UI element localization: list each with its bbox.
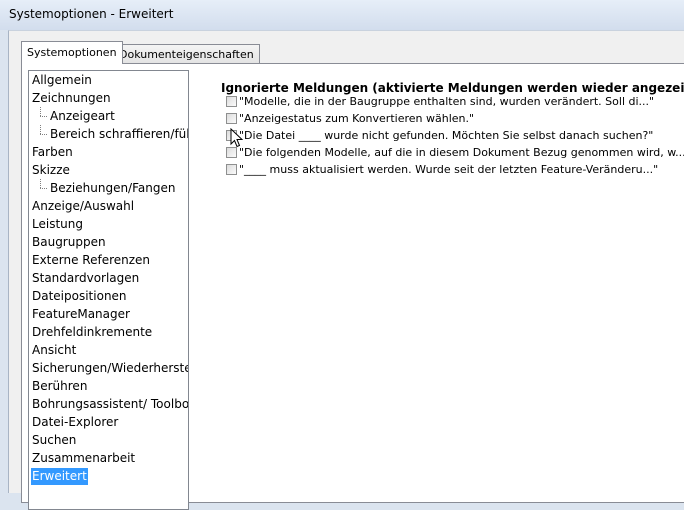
- tree-item-bohrungsassistent-toolbox[interactable]: Bohrungsassistent/ Toolbox: [31, 396, 189, 413]
- tree-item-sicherungen-wiederherstellen[interactable]: Sicherungen/Wiederherstellen: [31, 360, 188, 377]
- ignored-message-text: "Die folgenden Modelle, auf die in diese…: [239, 146, 684, 159]
- tab-dokumenteigenschaften[interactable]: Dokumenteigenschaften: [113, 44, 260, 64]
- ignored-message-text: "Modelle, die in der Baugruppe enthalten…: [239, 95, 655, 108]
- ignored-message-text: "____ muss aktualisiert werden. Wurde se…: [239, 163, 659, 176]
- tree-item-label: Bohrungsassistent/ Toolbox: [32, 397, 189, 411]
- tree-item-label: Allgemein: [32, 73, 92, 87]
- tree-item-label: Externe Referenzen: [32, 253, 151, 267]
- tree-item-label: Bereich schraffieren/füllen: [50, 127, 189, 141]
- tab-panel: Allgemein Zeichnungen Anzeigeart Bereich sc…: [21, 63, 684, 510]
- tree-connector-line: [40, 188, 47, 189]
- tree-item-label: Suchen: [32, 433, 77, 447]
- tree-item-label: Beziehungen/Fangen: [50, 181, 176, 195]
- tree-item-label: Anzeigeart: [50, 109, 115, 123]
- tree-item-leistung[interactable]: Leistung: [31, 216, 84, 233]
- tree-item-label: Skizze: [32, 163, 70, 177]
- tree-item-label: Baugruppen: [32, 235, 106, 249]
- tree-connector-line: [40, 179, 41, 188]
- tree-item-label: Dateipositionen: [32, 289, 127, 303]
- tree-item-erweitert[interactable]: Erweitert: [31, 468, 88, 485]
- tree-item-label: Erweitert: [32, 469, 87, 483]
- tree-item-drehfeldinkremente[interactable]: Drehfeldinkremente: [31, 324, 153, 341]
- tree-item-label: Datei-Explorer: [32, 415, 119, 429]
- options-tree[interactable]: Allgemein Zeichnungen Anzeigeart Bereich sc…: [28, 70, 189, 510]
- tree-item-beziehungen-fangen[interactable]: Beziehungen/Fangen: [40, 179, 176, 197]
- tree-item-bereich-schraffieren-füllen[interactable]: Bereich schraffieren/füllen: [40, 125, 189, 143]
- ignored-message-checkbox[interactable]: [226, 147, 237, 158]
- tree-item-berühren[interactable]: Berühren: [31, 378, 88, 395]
- tree-item-datei-explorer[interactable]: Datei-Explorer: [31, 414, 119, 431]
- tree-item-farben[interactable]: Farben: [31, 144, 74, 161]
- tree-item-label: Farben: [32, 145, 73, 159]
- ignored-message-text: "Anzeigestatus zum Konvertieren wählen.": [239, 112, 475, 125]
- tree-item-featuremanager[interactable]: FeatureManager: [31, 306, 131, 323]
- ignored-messages-heading: Ignorierte Meldungen (aktivierte Meldung…: [221, 81, 684, 95]
- tree-item-allgemein[interactable]: Allgemein: [31, 72, 93, 89]
- tree-item-externe-referenzen[interactable]: Externe Referenzen: [31, 252, 151, 269]
- tree-item-zusammenarbeit[interactable]: Zusammenarbeit: [31, 450, 136, 467]
- title-bar: Systemoptionen - Erweitert: [0, 0, 684, 30]
- tree-item-label: Berühren: [32, 379, 88, 393]
- tree-item-skizze[interactable]: Skizze: [31, 162, 71, 179]
- tree-item-label: Ansicht: [32, 343, 77, 357]
- ignored-message-checkbox[interactable]: [226, 113, 237, 124]
- tree-connector-line: [40, 125, 41, 134]
- tree-item-label: Drehfeldinkremente: [32, 325, 153, 339]
- tree-item-label: Standardvorlagen: [32, 271, 140, 285]
- ignored-message-text: "Die Datei ____ wurde nicht gefunden. Mö…: [239, 129, 654, 142]
- tree-item-zeichnungen[interactable]: Zeichnungen: [31, 90, 112, 107]
- tab-systemoptionen[interactable]: Systemoptionen: [21, 41, 123, 64]
- window-title: Systemoptionen - Erweitert: [9, 7, 174, 21]
- tree-item-baugruppen[interactable]: Baugruppen: [31, 234, 107, 251]
- tree-item-label: Leistung: [32, 217, 83, 231]
- tree-item-standardvorlagen[interactable]: Standardvorlagen: [31, 270, 140, 287]
- tree-item-anzeige-auswahl[interactable]: Anzeige/Auswahl: [31, 198, 135, 215]
- tree-item-label: Sicherungen/Wiederherstellen: [32, 361, 188, 375]
- tree-item-anzeigeart[interactable]: Anzeigeart: [40, 107, 116, 125]
- tree-item-dateipositionen[interactable]: Dateipositionen: [31, 288, 128, 305]
- tree-connector-line: [40, 116, 47, 117]
- tree-item-label: Zusammenarbeit: [32, 451, 136, 465]
- ignored-message-checkbox[interactable]: [226, 96, 237, 107]
- tree-connector-line: [40, 107, 41, 116]
- tree-item-ansicht[interactable]: Ansicht: [31, 342, 77, 359]
- tree-connector-line: [40, 134, 47, 135]
- tree-item-label: Zeichnungen: [32, 91, 111, 105]
- mouse-pointer-icon: [230, 128, 244, 148]
- dialog-client-area: Systemoptionen Dokumenteigenschaften All…: [8, 30, 684, 510]
- tree-item-suchen[interactable]: Suchen: [31, 432, 77, 449]
- tree-item-label: Anzeige/Auswahl: [32, 199, 135, 213]
- ignored-message-checkbox[interactable]: [226, 164, 237, 175]
- tree-item-label: FeatureManager: [32, 307, 130, 321]
